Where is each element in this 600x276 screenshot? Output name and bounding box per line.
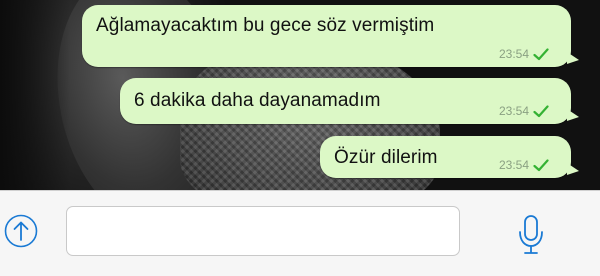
message-meta: 23:54 [499,104,549,118]
check-icon [533,158,549,171]
message-text: 6 dakika daha dayanamadım [134,90,381,111]
message-time: 23:54 [498,158,529,172]
message-bubble[interactable]: Ağlamayacaktım bu gece söz vermiştim 23:… [82,5,579,67]
message-meta: 23:54 [499,158,549,172]
background-photo-shadow [0,0,70,190]
message-time: 23:54 [498,47,529,61]
message-meta: 23:54 [499,47,549,61]
check-icon [533,47,549,60]
check-icon [533,104,549,117]
upload-arrow-circle-icon[interactable] [4,214,38,248]
message-text: Ağlamayacaktım bu gece söz vermiştim [96,15,435,36]
message-bubble[interactable]: Özür dilerim 23:54 [320,136,579,178]
message-text: Özür dilerim [334,147,438,168]
microphone-icon[interactable] [515,210,547,258]
message-input[interactable] [66,206,460,256]
message-bubble[interactable]: 6 dakika daha dayanamadım 23:54 [120,78,579,124]
message-time: 23:54 [498,104,529,118]
